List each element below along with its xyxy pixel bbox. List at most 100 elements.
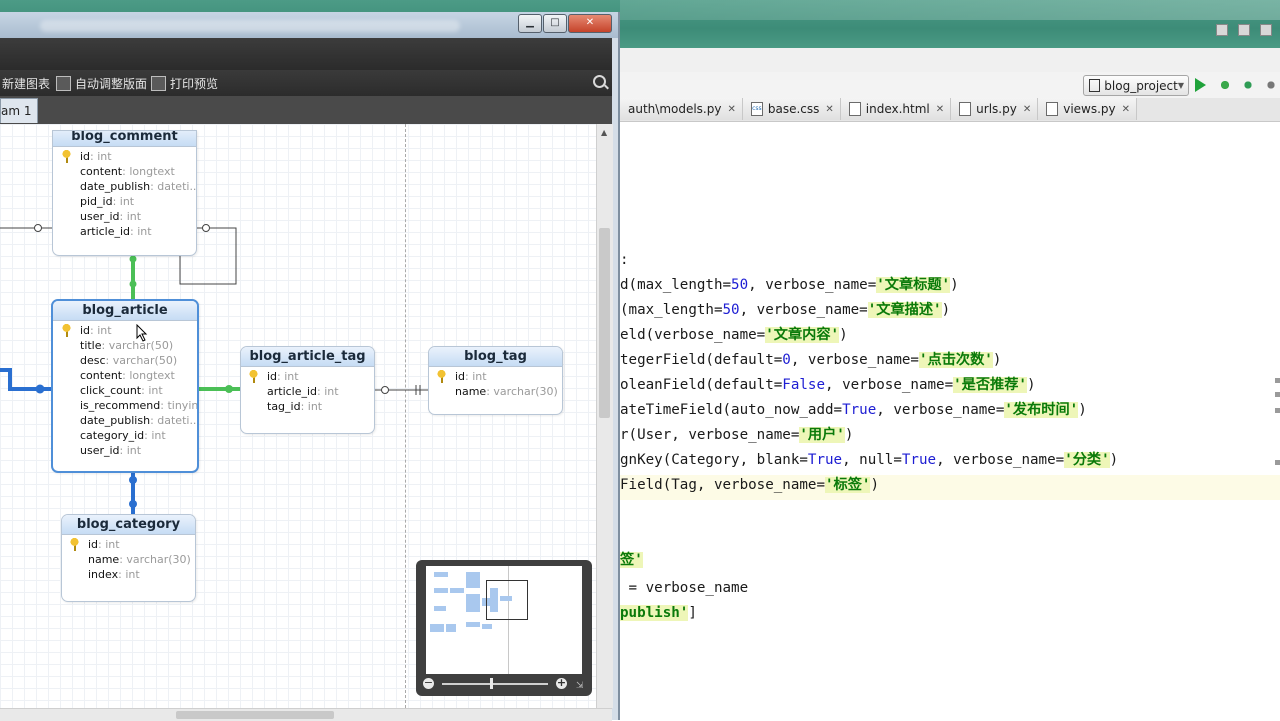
relation-marker: [225, 385, 233, 393]
table-column[interactable]: id: int: [53, 149, 196, 164]
code-token: '分类': [1064, 452, 1110, 468]
overview-map[interactable]: [426, 566, 582, 674]
maximize-button[interactable]: □: [543, 14, 567, 33]
column-type: int: [324, 385, 339, 398]
ide-maximize-icon[interactable]: [1238, 24, 1250, 36]
horizontal-scrollbar[interactable]: [0, 708, 612, 721]
table-blog-category[interactable]: blog_category id: int name: varchar(30) in…: [61, 514, 196, 602]
table-column[interactable]: article_id: int: [53, 224, 196, 239]
code-line[interactable]: ateTimeField(auto_now_add=True, verbose_…: [620, 400, 1087, 420]
table-column[interactable]: id: int: [62, 537, 195, 552]
code-line[interactable]: gnKey(Category, blank=True, null=True, v…: [620, 450, 1118, 470]
code-editor[interactable]: [610, 122, 1280, 720]
overview-viewport[interactable]: [486, 580, 528, 620]
close-icon[interactable]: ✕: [936, 104, 944, 115]
run-icon[interactable]: [1195, 78, 1206, 92]
code-token: , verbose_name=: [825, 377, 954, 393]
table-column[interactable]: name: varchar(30): [429, 384, 562, 399]
table-column[interactable]: title: varchar(50): [53, 338, 197, 353]
profile-icon[interactable]: [1264, 78, 1278, 92]
close-button[interactable]: ✕: [568, 14, 612, 33]
code-line[interactable]: (max_length=50, verbose_name='文章描述'): [620, 300, 950, 320]
zoom-slider-track[interactable]: [442, 683, 548, 685]
close-icon[interactable]: ✕: [727, 104, 735, 115]
table-column[interactable]: category_id: int: [53, 428, 197, 443]
code-line[interactable]: d(max_length=50, verbose_name='文章标题'): [620, 275, 959, 295]
code-line[interactable]: publish']: [620, 603, 697, 623]
table-column[interactable]: date_publish: dateti...: [53, 179, 196, 194]
close-icon[interactable]: ✕: [1023, 104, 1031, 115]
mouse-cursor-icon: [136, 324, 148, 342]
tab-auth-models[interactable]: auth\models.py ✕: [610, 98, 743, 120]
coverage-icon[interactable]: [1241, 78, 1255, 92]
code-token: , verbose_name=: [936, 452, 1065, 468]
tab-views[interactable]: views.py ✕: [1038, 98, 1138, 120]
code-line[interactable]: tegerField(default=0, verbose_name='点击次数…: [620, 350, 1001, 370]
table-column[interactable]: name: varchar(30): [62, 552, 195, 567]
overview-table: [466, 622, 480, 627]
table-column[interactable]: index: int: [62, 567, 195, 582]
relation-marker: [34, 224, 42, 232]
scroll-up-icon[interactable]: ▲: [601, 128, 607, 137]
tab-diagram[interactable]: am 1: [0, 98, 38, 123]
code-line[interactable]: r(User, verbose_name='用户'): [620, 425, 853, 445]
column-separator: :: [101, 339, 109, 352]
table-column[interactable]: date_publish: dateti...: [53, 413, 197, 428]
minimize-button[interactable]: ▁: [518, 14, 542, 33]
ide-minimize-icon[interactable]: [1216, 24, 1228, 36]
code-line[interactable]: = verbose_name: [620, 578, 749, 598]
table-column[interactable]: id: int: [241, 369, 374, 384]
code-token: '点击次数': [918, 352, 993, 368]
print-preview-button[interactable]: 打印预览: [151, 75, 218, 92]
table-title: blog_comment: [53, 131, 196, 147]
table-blog-article-tag[interactable]: blog_article_tag id: int article_id: int t…: [240, 346, 375, 434]
table-blog-tag[interactable]: blog_tag id: int name: varchar(30): [428, 346, 563, 415]
tab-base-css[interactable]: css base.css ✕: [742, 98, 841, 120]
table-column[interactable]: content: longtext: [53, 164, 196, 179]
resize-grip-icon[interactable]: ⇲: [576, 681, 584, 691]
table-column[interactable]: article_id: int: [241, 384, 374, 399]
code-line[interactable]: :: [620, 250, 629, 270]
table-column[interactable]: id: int: [53, 323, 197, 338]
new-diagram-button[interactable]: 新建图表: [2, 75, 50, 92]
code-line[interactable]: eld(verbose_name='文章内容'): [620, 325, 848, 345]
code-token: oleanField(default=: [620, 377, 783, 393]
tab-urls[interactable]: urls.py ✕: [951, 98, 1039, 120]
table-blog-article[interactable]: blog_article id: int title: varchar(50) de…: [51, 299, 199, 473]
zoom-slider-handle[interactable]: [490, 678, 493, 689]
close-icon[interactable]: ✕: [1122, 104, 1130, 115]
relation-marker: [129, 280, 137, 288]
table-column[interactable]: user_id: int: [53, 443, 197, 458]
python-file-icon: [1046, 102, 1059, 116]
table-blog-comment[interactable]: blog_comment id: int content: longtext dat…: [52, 130, 197, 256]
run-config-select[interactable]: blog_project ▼: [1083, 75, 1189, 96]
zoom-out-button[interactable]: −: [423, 677, 434, 689]
scrollbar-thumb[interactable]: [599, 228, 610, 418]
overview-navigator[interactable]: − + ⇲: [416, 560, 592, 696]
table-column[interactable]: pid_id: int: [53, 194, 196, 209]
table-column[interactable]: tag_id: int: [241, 399, 374, 414]
column-separator: :: [119, 444, 127, 457]
table-column[interactable]: click_count: int: [53, 383, 197, 398]
tab-index-html[interactable]: index.html ✕: [840, 98, 952, 120]
scrollbar-thumb[interactable]: [176, 711, 334, 719]
debug-icon[interactable]: [1218, 78, 1232, 92]
close-icon[interactable]: ✕: [825, 104, 833, 115]
code-line[interactable]: oleanField(default=False, verbose_name='…: [620, 375, 1036, 395]
column-name: id: [80, 150, 91, 163]
auto-layout-button[interactable]: 自动调整版面: [56, 75, 147, 92]
code-line[interactable]: Field(Tag, verbose_name='标签'): [620, 475, 879, 495]
ide-close-icon[interactable]: [1260, 24, 1272, 36]
zoom-in-button[interactable]: +: [556, 677, 567, 689]
table-column[interactable]: content: longtext: [53, 368, 197, 383]
code-token: ): [839, 327, 848, 343]
table-title: blog_category: [62, 515, 195, 535]
table-column[interactable]: id: int: [429, 369, 562, 384]
column-name: click_count: [80, 384, 142, 397]
table-column[interactable]: desc: varchar(50): [53, 353, 197, 368]
table-column[interactable]: user_id: int: [53, 209, 196, 224]
code-line[interactable]: 签': [620, 550, 643, 570]
table-column[interactable]: is_recommend: tinyint: [53, 398, 197, 413]
search-icon[interactable]: [593, 75, 606, 88]
vertical-scrollbar[interactable]: ▲: [596, 124, 613, 708]
